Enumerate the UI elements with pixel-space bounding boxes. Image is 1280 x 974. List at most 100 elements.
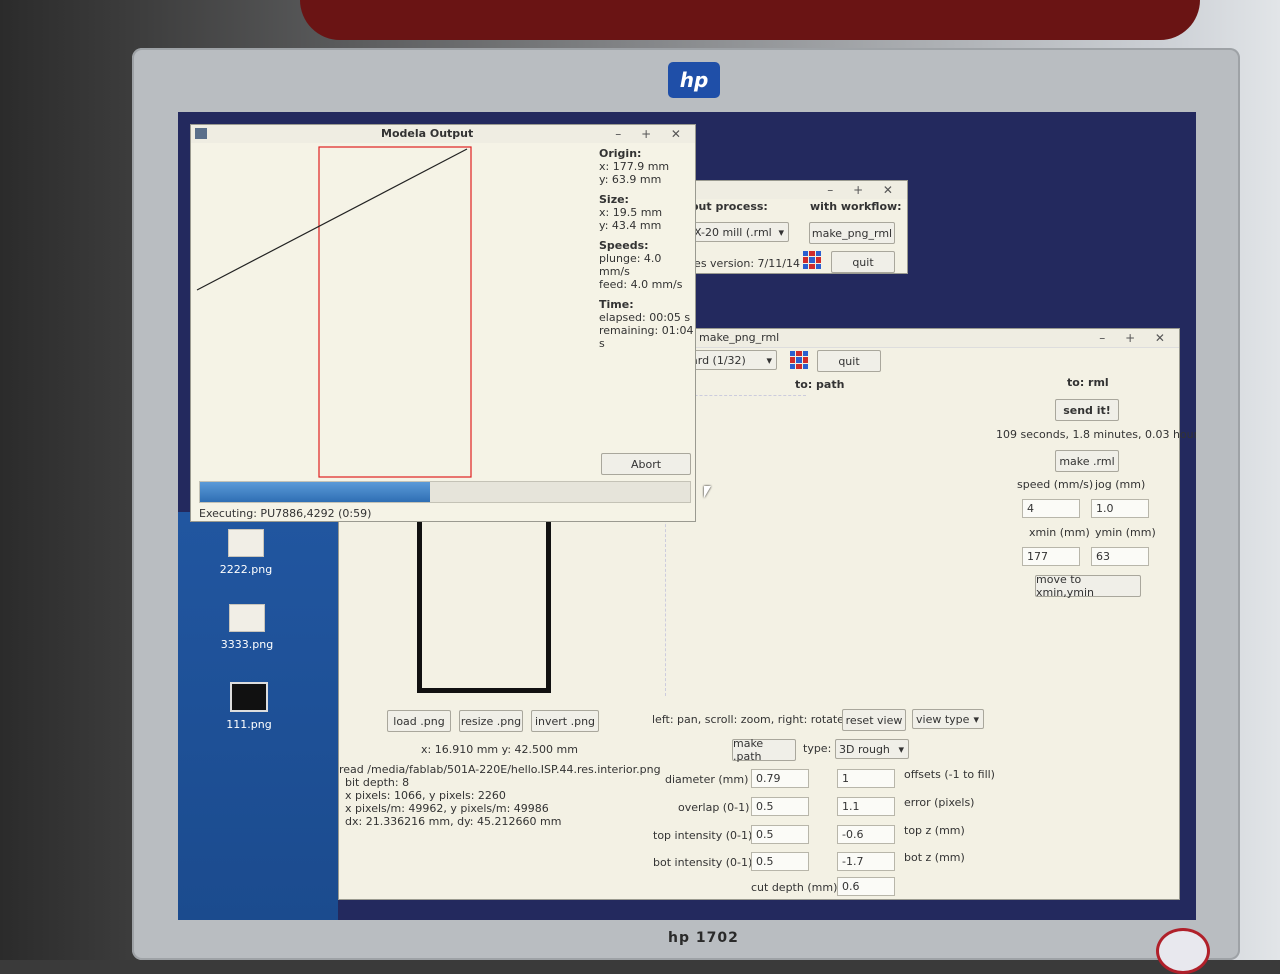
tool-path-line — [196, 148, 468, 291]
top-z-field[interactable]: -0.6 — [837, 825, 895, 844]
to-path-label: to: path — [795, 378, 845, 391]
modela-titlebar: Modela Output – + ✕ — [191, 125, 695, 143]
resize-png-button[interactable]: resize .png — [459, 710, 523, 732]
remaining-time: remaining: 01:04 s — [599, 324, 694, 350]
window-controls[interactable]: – + ✕ — [827, 183, 901, 197]
sticker — [1156, 928, 1210, 974]
chevron-down-icon: ▾ — [766, 353, 772, 367]
info-line: dx: 21.336216 mm, dy: 45.212660 mm — [345, 815, 562, 828]
overlap-field[interactable]: 0.5 — [751, 797, 809, 816]
desktop-icon-111[interactable]: 111.png — [214, 682, 284, 731]
bot-z-field[interactable]: -1.7 — [837, 852, 895, 871]
bot-intensity-field[interactable]: 0.5 — [751, 852, 809, 871]
diameter-label: diameter (mm) — [665, 773, 749, 786]
window-menu-icon[interactable] — [195, 128, 207, 139]
speed-field[interactable]: 4 — [1022, 499, 1080, 518]
size-y: y: 43.4 mm — [599, 219, 662, 232]
desktop-icon-label: 3333.png — [220, 638, 274, 651]
offsets-label: offsets (-1 to fill) — [904, 768, 995, 781]
view-type-select[interactable]: view type ▾ — [912, 709, 984, 729]
to-rml-label: to: rml — [1067, 376, 1109, 389]
quit-button[interactable]: quit — [817, 350, 881, 372]
origin-label: Origin: — [599, 147, 642, 160]
toolpath-preview — [196, 146, 472, 478]
modela-stats: Origin: x: 177.9 mm y: 63.9 mm Size: x: … — [599, 147, 695, 350]
bounding-box — [318, 146, 472, 478]
speed-label: speed (mm/s) — [1017, 478, 1094, 491]
xmin-label: xmin (mm) — [1029, 526, 1090, 539]
time-estimate: 109 seconds, 1.8 minutes, 0.03 hours — [996, 428, 1196, 441]
desktop-icon-2222[interactable]: 2222.png — [211, 529, 281, 576]
reset-view-button[interactable]: reset view — [842, 709, 906, 731]
plunge-speed: plunge: 4.0 mm/s — [599, 252, 662, 278]
workflow-label: with workflow: — [810, 200, 902, 213]
top-intensity-field[interactable]: 0.5 — [751, 825, 809, 844]
load-png-button[interactable]: load .png — [387, 710, 451, 732]
jog-field[interactable]: 1.0 — [1091, 499, 1149, 518]
window-title: make_png_rml — [699, 331, 780, 344]
mode-select[interactable]: ard (1/32) ▾ — [687, 350, 777, 370]
info-line: x pixels: 1066, y pixels: 2260 — [345, 789, 506, 802]
mode-select-value: ard (1/32) — [691, 353, 746, 367]
app-grid-icon — [803, 251, 821, 269]
make-rml-button[interactable]: make .rml — [1055, 450, 1119, 472]
screen: 2222.png 3333.png 111.png – + ✕ out proc… — [178, 112, 1196, 920]
process-label: out process: — [691, 200, 768, 213]
process-window: – + ✕ out process: with workflow: X-20 m… — [686, 180, 908, 274]
diameter-field[interactable]: 0.79 — [751, 769, 809, 788]
size-label: Size: — [599, 193, 629, 206]
cut-depth-label: cut depth (mm) — [751, 881, 838, 894]
overlap-label: overlap (0-1) — [678, 801, 750, 814]
app-grid-icon — [790, 351, 808, 369]
png-preview — [417, 509, 551, 693]
quit-button[interactable]: quit — [831, 251, 895, 273]
send-it-button[interactable]: send it! — [1055, 399, 1119, 421]
origin-y: y: 63.9 mm — [599, 173, 662, 186]
chevron-down-icon: ▾ — [973, 712, 979, 726]
abort-button[interactable]: Abort — [601, 453, 691, 475]
coords-readout: x: 16.910 mm y: 42.500 mm — [421, 743, 578, 756]
make-path-button[interactable]: make .path — [732, 737, 796, 763]
png-file-icon — [228, 529, 264, 557]
machine-select[interactable]: X-20 mill (.rml ▾ — [691, 222, 789, 242]
status-text: Executing: PU7886,4292 (0:59) — [199, 507, 372, 520]
modela-output-window: Modela Output – + ✕ Origin: x: 177.9 mm … — [190, 124, 696, 522]
info-line: bit depth: 8 — [345, 776, 410, 789]
elapsed-time: elapsed: 00:05 s — [599, 311, 691, 324]
invert-png-button[interactable]: invert .png — [531, 710, 599, 732]
file-info: read /media/fablab/501A-220E/hello.ISP.4… — [339, 763, 661, 828]
version-text: les version: 7/11/14 — [691, 257, 800, 270]
jog-label: jog (mm) — [1095, 478, 1146, 491]
type-select[interactable]: 3D rough ▾ — [835, 739, 909, 759]
desktop-icon-3333[interactable]: 3333.png — [212, 604, 282, 651]
window-title: Modela Output — [381, 127, 474, 140]
progress-fill — [200, 482, 431, 502]
desktop-icon-label: 2222.png — [219, 563, 273, 576]
view-type-value: view type — [916, 712, 970, 726]
red-lamp — [300, 0, 1200, 40]
speeds-label: Speeds: — [599, 239, 649, 252]
xmin-field[interactable]: 177 — [1022, 547, 1080, 566]
info-line: x pixels/m: 49962, y pixels/m: 49986 — [345, 802, 549, 815]
cut-depth-field[interactable]: 0.6 — [837, 877, 895, 896]
mouse-cursor-icon — [704, 486, 711, 498]
bot-z-label: bot z (mm) — [904, 851, 965, 864]
workflow-button[interactable]: make_png_rml — [809, 222, 895, 244]
error-field[interactable]: 1.1 — [837, 797, 895, 816]
ymin-field[interactable]: 63 — [1091, 547, 1149, 566]
info-line: read /media/fablab/501A-220E/hello.ISP.4… — [339, 763, 661, 776]
top-z-label: top z (mm) — [904, 824, 965, 837]
process-titlebar: – + ✕ — [687, 181, 907, 199]
offsets-field[interactable]: 1 — [837, 769, 895, 788]
time-label: Time: — [599, 298, 634, 311]
ymin-label: ymin (mm) — [1095, 526, 1156, 539]
move-to-button[interactable]: move to xmin,ymin — [1035, 573, 1141, 599]
size-x: x: 19.5 mm — [599, 206, 663, 219]
png-file-icon — [230, 682, 268, 712]
progress-bar — [199, 481, 691, 503]
top-intensity-label: top intensity (0-1) — [653, 829, 753, 842]
window-controls[interactable]: – + ✕ — [615, 127, 689, 141]
machine-select-value: X-20 mill (.rml — [694, 225, 772, 239]
window-controls[interactable]: – + ✕ — [1099, 331, 1173, 345]
view-hint: left: pan, scroll: zoom, right: rotate — [652, 713, 844, 726]
